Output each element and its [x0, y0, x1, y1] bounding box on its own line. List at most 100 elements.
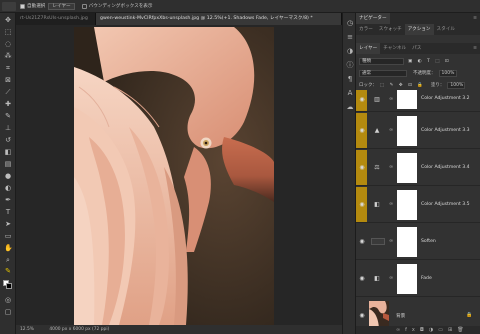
layers-menu-icon[interactable]: ≡ — [473, 43, 480, 54]
mask-link-icon[interactable]: ∞ — [389, 127, 394, 134]
layer-mask-thumbnail[interactable] — [397, 153, 417, 183]
layer-color-adjustment-3-4[interactable]: ◉ ⚖ ∞ Color Adjustment 3.4 — [356, 150, 480, 186]
layer-mask-thumbnail[interactable] — [397, 116, 417, 146]
marquee-tool-icon[interactable]: ⬚ — [4, 28, 12, 36]
frame-tool-icon[interactable]: ⊠ — [4, 76, 12, 84]
move-tool-icon[interactable] — [2, 1, 16, 11]
tab-channels[interactable]: チャンネル — [380, 43, 409, 54]
layer-mask-thumbnail[interactable] — [397, 227, 417, 257]
history-brush-icon[interactable]: ↺ — [4, 136, 12, 144]
new-adjustment-icon[interactable]: ◑ — [429, 327, 438, 333]
lock-label: ロック： — [359, 83, 377, 88]
document-image[interactable] — [74, 27, 274, 325]
blend-mode-select[interactable]: 通常 — [359, 69, 407, 77]
zoom-level[interactable]: 12.5% — [20, 327, 34, 332]
visibility-eye-icon[interactable]: ◉ — [358, 312, 366, 320]
auto-select-checkbox[interactable] — [20, 3, 25, 9]
layer-name[interactable]: Color Adjustment 3.2 — [421, 96, 470, 101]
layer-name[interactable]: Color Adjustment 3.3 — [421, 128, 470, 133]
canvas-area[interactable] — [16, 25, 342, 325]
visibility-eye-icon[interactable]: ◉ — [358, 201, 366, 209]
link-layers-icon[interactable]: ∞ — [396, 327, 405, 333]
dodge-tool-icon[interactable]: ◐ — [4, 184, 12, 192]
layer-color-adjustment-3-2[interactable]: ◉ ▥ ∞ Color Adjustment 3.2 — [356, 90, 480, 112]
history-icon[interactable]: ◷ — [346, 19, 354, 27]
layer-color-adjustment-3-3[interactable]: ◉ ▲ ∞ Color Adjustment 3.3 — [356, 113, 480, 149]
type-tool-icon[interactable]: T — [4, 208, 12, 216]
gradient-tool-icon[interactable]: ▤ — [4, 160, 12, 168]
layer-name[interactable]: Soften — [421, 239, 436, 244]
panel-menu-icon[interactable]: ≡ — [473, 13, 480, 24]
rectangle-tool-icon[interactable]: ▭ — [4, 232, 12, 240]
layer-name[interactable]: Color Adjustment 3.5 — [421, 202, 470, 207]
tab-layers[interactable]: レイヤー — [356, 43, 381, 54]
opacity-field[interactable]: 100% — [438, 69, 457, 77]
hand-tool-icon[interactable]: ✋ — [4, 244, 13, 252]
visibility-eye-icon[interactable]: ◉ — [358, 238, 366, 246]
tab-paths[interactable]: パス — [409, 43, 424, 54]
layer-mask-thumbnail[interactable] — [397, 90, 417, 109]
new-layer-icon[interactable]: ⊞ — [448, 327, 457, 333]
navigator-panel-tabs: ナビゲーター ≡ — [356, 13, 480, 24]
tab-color[interactable]: カラー — [356, 24, 376, 35]
tab-navigator[interactable]: ナビゲーター — [356, 13, 390, 24]
crop-tool-icon[interactable]: ⌗ — [4, 64, 12, 72]
info-icon[interactable]: ⓘ — [346, 61, 354, 69]
actions-panel-tabs: カラー スウォッチ アクション スタイル — [356, 24, 480, 35]
show-transform-checkbox[interactable] — [81, 3, 87, 9]
filter-icons[interactable]: ▣ ◐ T ⬚ ⊡ — [408, 59, 451, 64]
visibility-eye-icon[interactable]: ◉ — [358, 275, 366, 283]
eyedropper-tool-icon[interactable]: ⟋ — [4, 88, 12, 96]
auto-select-target-select[interactable]: レイヤー — [48, 2, 75, 10]
quick-mask-icon[interactable]: ◎ — [4, 296, 12, 304]
layer-fade[interactable]: ◉ ◧ ∞ Fade — [356, 261, 480, 297]
mask-link-icon[interactable]: ∞ — [389, 238, 394, 245]
path-select-icon[interactable]: ➤ — [4, 220, 12, 228]
layer-mask-thumbnail[interactable] — [397, 264, 417, 294]
pen-tool-icon[interactable]: ✒ — [4, 196, 12, 204]
adjustments-icon[interactable]: ◑ — [346, 47, 354, 55]
layer-kind-filter[interactable]: 種類 — [359, 57, 404, 65]
mask-link-icon[interactable]: ∞ — [389, 96, 394, 103]
fill-field[interactable]: 100% — [447, 81, 466, 89]
lock-icons[interactable]: ⬚ ✎ ✥ ⊡ 🔒 — [380, 83, 425, 88]
blur-tool-icon[interactable]: ● — [4, 172, 12, 180]
delete-layer-icon[interactable]: 🗑 — [457, 327, 468, 333]
eraser-tool-icon[interactable]: ◧ — [4, 148, 12, 156]
color-swatches-icon[interactable] — [3, 280, 13, 290]
tab-styles[interactable]: スタイル — [434, 24, 458, 35]
brush-tool-icon[interactable]: ✎ — [4, 112, 12, 120]
visibility-eye-icon[interactable]: ◉ — [358, 127, 366, 135]
tab-actions[interactable]: アクション — [404, 24, 434, 35]
visibility-eye-icon[interactable]: ◉ — [358, 96, 366, 104]
paragraph-icon[interactable]: ¶ — [346, 75, 354, 83]
lasso-tool-icon[interactable]: ◌ — [4, 40, 12, 48]
layer-name[interactable]: Color Adjustment 3.4 — [421, 165, 470, 170]
layer-soften[interactable]: ◉ ∞ Soften — [356, 224, 480, 260]
move-tool-icon[interactable]: ✥ — [4, 16, 12, 24]
healing-brush-icon[interactable]: ✚ — [4, 100, 12, 108]
mask-link-icon[interactable]: ∞ — [389, 164, 394, 171]
fx-icon[interactable]: fx — [405, 327, 420, 333]
layer-name[interactable]: Fade — [421, 276, 432, 281]
zoom-tool-icon[interactable]: ⌕ — [4, 256, 12, 264]
lock-icon[interactable]: 🔒 — [466, 312, 472, 318]
character-icon[interactable]: A — [346, 89, 354, 97]
tab-swatches[interactable]: スウォッチ — [376, 24, 405, 35]
layer-color-adjustment-3-5[interactable]: ◉ ◧ ∞ Color Adjustment 3.5 — [356, 187, 480, 223]
tab-document-1[interactable]: rt-Us21Z7RsUIs-unsplash.jpg — [16, 13, 96, 25]
tab-document-2[interactable]: gwen-weustink-MvCIRfpxXbs-unsplash.jpg @… — [96, 13, 342, 25]
new-group-icon[interactable]: ▭ — [438, 327, 448, 333]
edit-toolbar-icon[interactable]: ✎ — [4, 267, 12, 275]
layer-name[interactable]: 背景 — [396, 313, 405, 319]
add-mask-icon[interactable]: ◘ — [420, 327, 429, 333]
mask-link-icon[interactable]: ∞ — [389, 275, 394, 282]
properties-icon[interactable]: ≡ — [346, 33, 354, 41]
magic-wand-tool-icon[interactable]: ⁂ — [4, 52, 12, 60]
libraries-icon[interactable]: ☁ — [346, 103, 354, 111]
clone-stamp-icon[interactable]: ⊥ — [4, 124, 12, 132]
visibility-eye-icon[interactable]: ◉ — [358, 164, 366, 172]
layer-mask-thumbnail[interactable] — [397, 190, 417, 220]
screen-mode-icon[interactable]: ▢ — [4, 308, 12, 316]
mask-link-icon[interactable]: ∞ — [389, 201, 394, 208]
